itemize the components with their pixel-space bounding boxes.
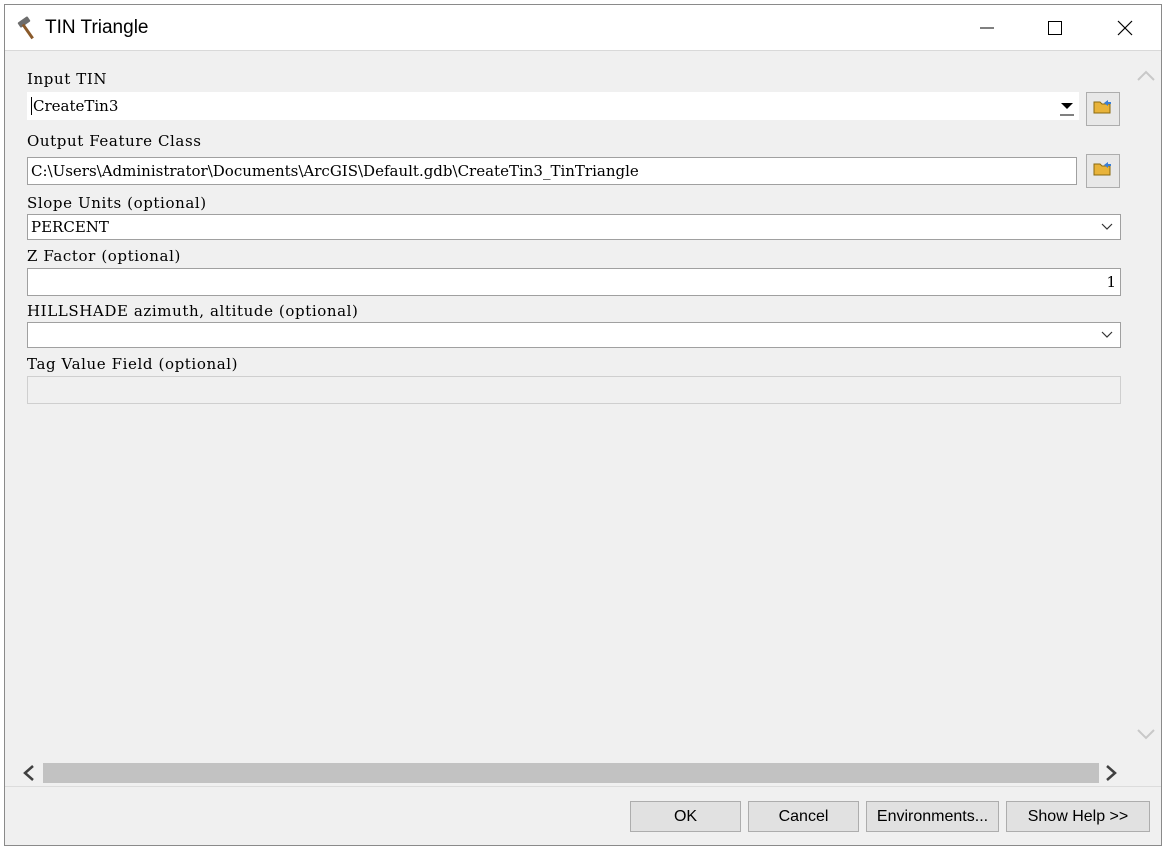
- tool-dialog-window: TIN Triangle Input TIN CreateTin3 Output…: [4, 4, 1162, 846]
- input-tin-label: Input TIN: [27, 70, 108, 88]
- cancel-button[interactable]: Cancel: [748, 801, 859, 832]
- input-tin-combobox[interactable]: CreateTin3: [27, 92, 1079, 120]
- environments-button[interactable]: Environments...: [866, 801, 999, 832]
- tag-value-field-select: [27, 376, 1121, 404]
- window-title: TIN Triangle: [45, 17, 149, 38]
- scroll-left-icon[interactable]: [19, 763, 39, 783]
- open-folder-icon: [1093, 161, 1113, 182]
- hillshade-label: HILLSHADE azimuth, altitude (optional): [27, 302, 359, 320]
- slope-units-label: Slope Units (optional): [27, 194, 207, 212]
- slope-units-value: PERCENT: [31, 218, 109, 236]
- close-button[interactable]: [1091, 5, 1159, 51]
- dropdown-arrow-icon[interactable]: [1060, 93, 1074, 119]
- horizontal-scrollbar[interactable]: [7, 760, 1131, 786]
- tag-value-field-label: Tag Value Field (optional): [27, 355, 239, 373]
- input-tin-value: CreateTin3: [31, 97, 119, 115]
- z-factor-input[interactable]: 1: [27, 268, 1121, 296]
- minimize-button[interactable]: [953, 5, 1021, 51]
- output-feature-class-browse-button[interactable]: [1086, 154, 1120, 188]
- scroll-down-icon[interactable]: [1136, 728, 1156, 748]
- title-bar[interactable]: TIN Triangle: [5, 5, 1161, 51]
- vertical-scrollbar[interactable]: [1131, 52, 1161, 760]
- scroll-up-icon[interactable]: [1136, 68, 1156, 88]
- show-help-button[interactable]: Show Help >>: [1006, 801, 1150, 832]
- z-factor-label: Z Factor (optional): [27, 247, 181, 265]
- parameters-panel: Input TIN CreateTin3 Output Feature Clas…: [7, 52, 1131, 760]
- dialog-footer: OK Cancel Environments... Show Help >>: [5, 786, 1161, 845]
- open-folder-icon: [1093, 99, 1113, 120]
- input-tin-browse-button[interactable]: [1086, 92, 1120, 126]
- output-feature-class-label: Output Feature Class: [27, 132, 202, 150]
- scroll-right-icon[interactable]: [1101, 763, 1121, 783]
- ok-button[interactable]: OK: [630, 801, 741, 832]
- chevron-down-icon: [1100, 323, 1114, 347]
- output-feature-class-input[interactable]: C:\Users\Administrator\Documents\ArcGIS\…: [27, 157, 1077, 185]
- horizontal-scroll-thumb[interactable]: [43, 763, 1099, 783]
- chevron-down-icon: [1100, 215, 1114, 239]
- hillshade-select[interactable]: [27, 322, 1121, 348]
- maximize-button[interactable]: [1021, 5, 1089, 51]
- slope-units-select[interactable]: PERCENT: [27, 214, 1121, 240]
- hammer-icon: [15, 14, 43, 42]
